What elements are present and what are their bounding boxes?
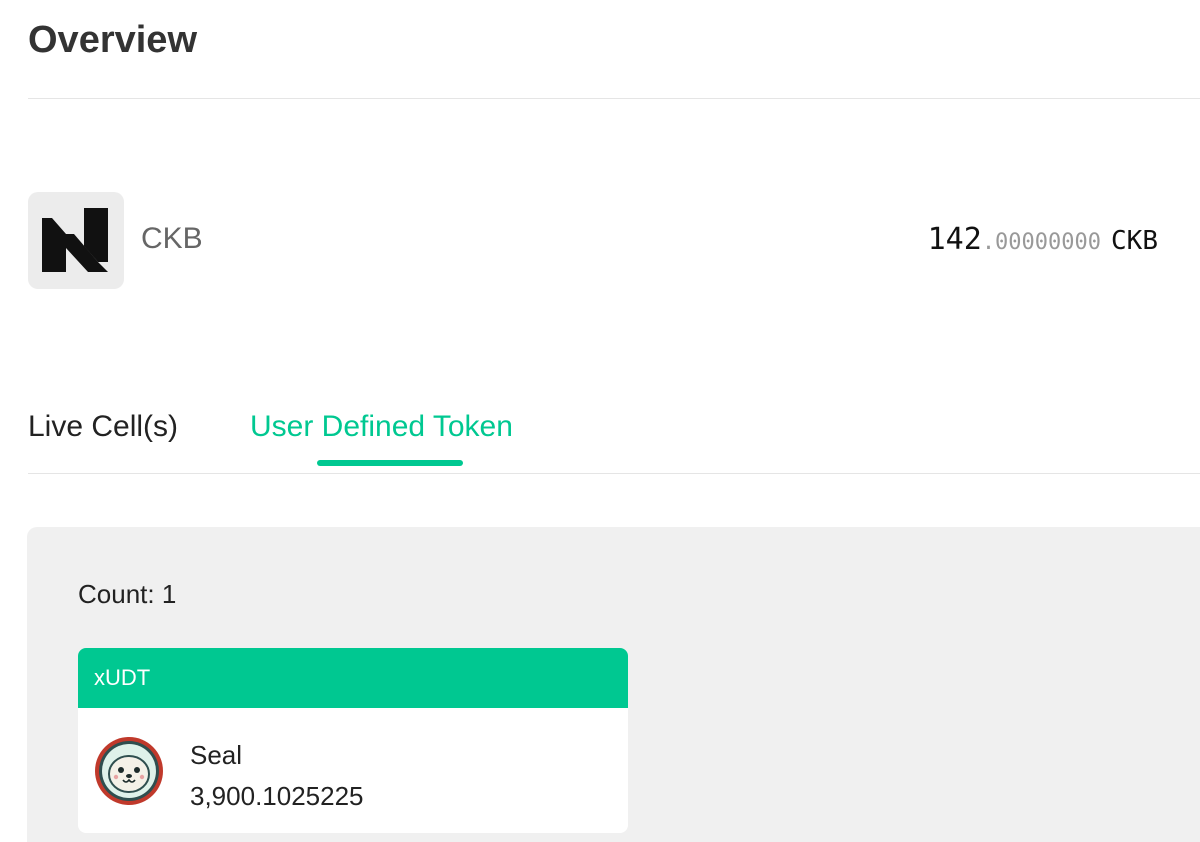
address-overview-page: Overview CKB 142.00000000 CKB Live Cell(s… <box>0 0 1200 842</box>
tabs-divider <box>28 473 1200 474</box>
tab-user-defined-token[interactable]: User Defined Token <box>250 407 513 447</box>
tab-live-cells[interactable]: Live Cell(s) <box>28 407 178 447</box>
active-tab-indicator <box>317 460 463 466</box>
token-card[interactable]: xUDT Seal 3,900.1025225 <box>78 648 628 833</box>
balance-decimal: .00000000 <box>981 230 1102 255</box>
ckb-balance: 142.00000000 CKB <box>928 222 1158 262</box>
title-divider <box>28 98 1200 99</box>
token-count: Count: 1 <box>78 579 177 609</box>
nervos-logo-icon <box>28 192 124 289</box>
balance-unit: CKB <box>1111 226 1158 256</box>
ckb-asset-row: CKB 142.00000000 CKB <box>28 192 1172 289</box>
udt-panel: Count: 1 xUDT Seal 3,900.1025225 <box>27 527 1200 842</box>
token-type-label: xUDT <box>78 648 628 708</box>
seal-icon <box>94 736 164 806</box>
asset-name: CKB <box>141 222 203 255</box>
balance-integer: 142 <box>927 222 982 257</box>
token-amount: 3,900.1025225 <box>190 781 364 811</box>
token-name: Seal <box>190 740 243 770</box>
page-title: Overview <box>28 19 197 61</box>
